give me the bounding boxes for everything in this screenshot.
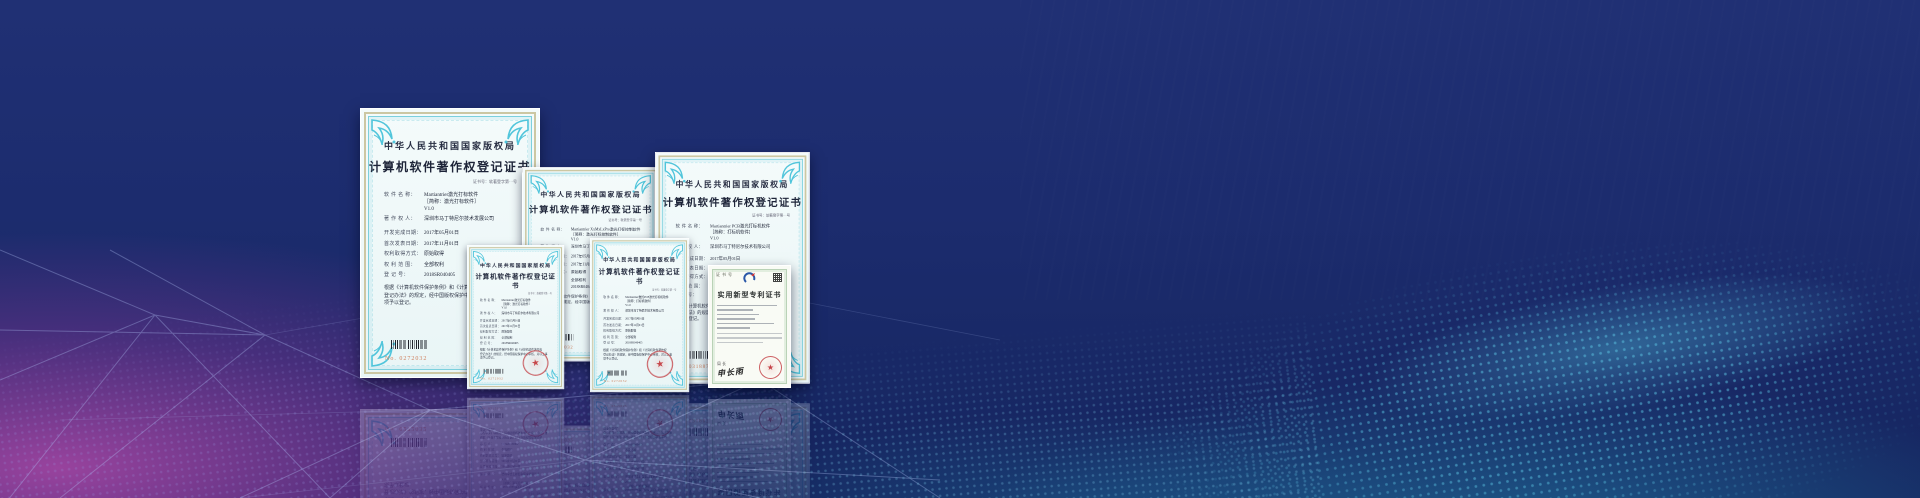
field-label: 软 件 名 称： [540,227,571,242]
corner-flourish-icon [778,161,800,183]
field-value: 2018SR040405 [625,341,677,345]
field-value: 2017年11月01日 [625,324,677,328]
field-label: 首次发表日期： [480,325,502,329]
text-line [717,333,782,334]
qr-code [773,273,782,282]
field-value: Martiantrier激光打标软件 ［简称：激光打标软件］ V1.0 [502,299,553,310]
corner-flourish-icon [530,175,550,194]
text-line [717,337,782,338]
serial-number: No. 0272032 [481,377,504,380]
serial-number: No. 0272032 [604,380,627,383]
patent-signature-block: 局 长 申长雨 [717,361,744,378]
certificate-title: 计算机软件著作权登记证书 [529,203,653,215]
field-value: Martiantrier数控PCB激光打标机软件 ［简称：打标机软件］ V1.0 [625,296,677,308]
corner-flourish-icon [544,369,558,383]
certificate-title: 计算机软件著作权登记证 书 [595,267,684,286]
text-line [717,305,777,306]
corner-flourish-icon [503,119,529,145]
certificate-title: 计算机软件著作权登记证书 [663,195,802,210]
field-value: 2018SR040405 [502,342,553,346]
field-label: 软 件 名 称： [480,299,502,310]
corner-flourish-icon [371,119,397,145]
serial-number: No. 0272032 [385,356,427,362]
field-label: 首次发表日期： [384,241,424,248]
field-value: 2017年05月01日 [625,318,677,322]
field-value: 全部权利 [625,335,677,339]
field-value: 2017年11月01日 [502,325,553,329]
field-label: 开发完成日期： [480,319,502,323]
copyright-certificate-4: 中华人民共和国国家版权局 计算机软件著作权登记证 书 证书号：软著登字第···号… [467,245,564,389]
copyright-certificate-5: 中华人民共和国国家版权局 计算机软件著作权登记证 书 证书号：软著登字第···号… [590,238,689,392]
text-line [717,309,753,310]
certificate-group: 中华人民共和国国家版权局 计算机软件著作权登记证书 证书号：软著登字第···号 … [0,0,1920,392]
field-label: 登 记 号： [384,272,424,279]
text-line [717,314,759,315]
field-value: 2017年05月01日 [502,319,553,323]
text-line [717,323,774,324]
certificate-inner-frame: 中华人民共和国国家版权局 计算机软件著作权登记证 书 证书号：软著登字第···号… [471,249,560,385]
patent-number-line: 证 书 号 [716,272,733,278]
corner-flourish-icon [669,244,683,259]
certificate-number-line: 证书号：软著登字第···号 [595,288,677,291]
issuer-signature: 申长雨 [716,366,744,380]
certificate-fields: 软 件 名 称：Martiantrier激光打标软件 ［简称：激光打标软件］ V… [480,299,552,345]
certificate-inner-frame: 中华人民共和国国家版权局 计算机软件著作权登记证 书 证书号：软著登字第···号… [594,243,684,388]
certificate-number-line: 证书号：软著登字第···号 [472,292,552,295]
corner-flourish-icon [544,251,558,265]
field-value: 深圳市马丁特尼尔技术有限公司 [502,312,553,316]
field-label: 权利取得方式： [603,329,625,333]
corner-flourish-icon [596,244,610,259]
corner-flourish-icon [669,371,683,386]
text-line [717,327,750,328]
field-label: 首次发表日期： [603,324,625,328]
corner-flourish-icon [473,251,487,265]
field-label: 开发完成日期： [384,230,424,237]
barcode [607,370,627,375]
field-value: 2017年05月01日 [424,230,518,237]
field-label: 软 件 名 称： [603,296,625,308]
text-line [717,318,755,319]
certificate-title: 计算机软件著作权登记证 书 [472,272,559,290]
text-line [717,342,763,343]
certificate-title: 计算机软件著作权登记证书 [369,158,531,175]
field-label: 开发完成日期： [603,318,625,322]
barcode [391,340,427,349]
corner-flourish-icon [664,161,686,183]
field-label: 权 利 范 围： [384,262,424,269]
field-label: 登 记 号： [480,342,502,346]
field-label: 权 利 范 围： [603,335,625,339]
certificate-number-line: 证书号：软著登字第···号 [529,218,642,222]
certificates-banner: 中华人民共和国国家版权局 计算机软件著作权登记证书 证书号：软著登字第···号 … [0,0,1920,498]
patent-office-logo-icon [743,272,756,285]
field-value: 全部权利 [502,336,553,340]
field-label: 著 作 权 人： [480,312,502,316]
field-label: 软 件 名 称： [384,192,424,213]
field-value: 原始取得 [502,331,553,335]
certificate-number-line: 证书号：软著登字第···号 [369,179,517,185]
field-label: 著 作 权 人： [603,310,625,314]
certificate-fields: 软 件 名 称：Martiantrier数控PCB激光打标机软件 ［简称：打标机… [603,296,677,346]
field-label: 著 作 权 人： [384,216,424,223]
patent-office-seal: ★ [759,356,782,379]
certificate-number-line: 证书号：软著登字第···号 [663,213,790,218]
corner-flourish-icon [631,175,651,194]
field-value: 深圳市马丁特尼尔技术发展公司 [424,216,518,223]
utility-model-patent-certificate: 证 书 号 实用新型专利证书 局 长 申长雨 [708,265,791,388]
field-value: Martiantrier激光打标软件 ［简称：激光打标软件］ V1.0 [424,192,518,213]
field-value: 深圳市马丁特尼尔技术有限公司 [625,310,677,314]
field-label: 权利取得方式： [480,331,502,335]
field-label: 登 记 号： [603,341,625,345]
field-label: 权 利 范 围： [480,336,502,340]
field-label: 权利取得方式： [384,251,424,258]
barcode [484,369,503,374]
field-value: 原始取得 [625,329,677,333]
